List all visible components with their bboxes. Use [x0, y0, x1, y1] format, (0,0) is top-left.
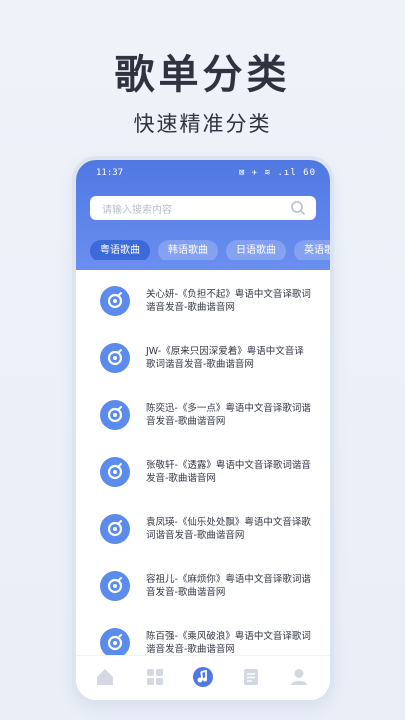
status-icons: ⊠ ✈ ≋ .ıl 60 [238, 168, 316, 178]
promo-title: 歌单分类 [114, 52, 291, 98]
list-item[interactable]: 容祖儿-《麻烦你》粤语中文音译歌词谐音发音-歌曲谐音网 [76, 555, 330, 612]
grid-icon[interactable] [144, 666, 166, 688]
user-icon[interactable] [288, 666, 310, 688]
music-disc-icon [100, 457, 130, 487]
category-tabs: 粤语歌曲韩语歌曲日语歌曲英语歌曲 [90, 238, 330, 260]
music-disc-icon [100, 286, 130, 316]
list-item[interactable]: 关心妍-《负担不起》粤语中文音译歌词谐音发音-歌曲谐音网 [76, 270, 330, 327]
song-list: 关心妍-《负担不起》粤语中文音译歌词谐音发音-歌曲谐音网 JW-《原来只因深爱着… [76, 270, 330, 656]
list-item[interactable]: 陈百强-《乘风破浪》粤语中文音译歌词谐音发音-歌曲谐音网 [76, 612, 330, 656]
song-title: 张敬轩-《透露》粤语中文音译歌词谐音发音-歌曲谐音网 [146, 460, 311, 484]
search-icon[interactable] [290, 200, 306, 216]
home-icon[interactable] [94, 666, 116, 688]
song-title: 袁凤瑛-《仙乐处处飘》粤语中文音译歌词谐音发音-歌曲谐音网 [146, 517, 311, 541]
document-icon[interactable] [240, 666, 262, 688]
music-disc-icon [100, 571, 130, 601]
song-title: JW-《原来只因深爱着》粤语中文音译歌词谐音发音-歌曲谐音网 [146, 346, 304, 370]
tab-english[interactable]: 英语歌曲 [294, 240, 330, 260]
status-time: 11:37 [96, 168, 124, 178]
tab-japanese[interactable]: 日语歌曲 [226, 240, 286, 260]
list-item[interactable]: 陈奕迅-《多一点》粤语中文音译歌词谐音发音-歌曲谐音网 [76, 384, 330, 441]
music-disc-icon [100, 514, 130, 544]
promo-subtitle: 快速精准分类 [133, 112, 272, 136]
music-disc-icon [100, 400, 130, 430]
tab-korean[interactable]: 韩语歌曲 [158, 240, 218, 260]
bottom-nav [76, 655, 330, 700]
search-input[interactable]: 请输入搜索内容 [90, 196, 316, 220]
tab-cantonese[interactable]: 粤语歌曲 [90, 240, 150, 260]
phone-frame: 11:37 ⊠ ✈ ≋ .ıl 60 请输入搜索内容 粤语歌曲 韩语歌曲 日语歌曲英… [76, 160, 330, 700]
song-title: 容祖儿-《麻烦你》粤语中文音译歌词谐音发音-歌曲谐音网 [146, 574, 311, 598]
status-bar: 11:37 ⊠ ✈ ≋ .ıl 60 [76, 160, 330, 180]
song-title: 关心妍-《负担不起》粤语中文音译歌词谐音发音-歌曲谐音网 [146, 289, 311, 313]
song-title: 陈奕迅-《多一点》粤语中文音译歌词谐音发音-歌曲谐音网 [146, 403, 311, 427]
search-placeholder: 请输入搜索内容 [102, 205, 172, 216]
header: 11:37 ⊠ ✈ ≋ .ıl 60 请输入搜索内容 粤语歌曲 韩语歌曲 日语歌曲英… [76, 160, 330, 270]
list-item[interactable]: 张敬轩-《透露》粤语中文音译歌词谐音发音-歌曲谐音网 [76, 441, 330, 498]
music-disc-icon [100, 343, 130, 373]
song-title: 陈百强-《乘风破浪》粤语中文音译歌词谐音发音-歌曲谐音网 [146, 631, 311, 655]
list-item[interactable]: JW-《原来只因深爱着》粤语中文音译歌词谐音发音-歌曲谐音网 [76, 327, 330, 384]
music-note-icon[interactable] [192, 666, 214, 688]
music-disc-icon [100, 628, 130, 656]
list-item[interactable]: 袁凤瑛-《仙乐处处飘》粤语中文音译歌词谐音发音-歌曲谐音网 [76, 498, 330, 555]
